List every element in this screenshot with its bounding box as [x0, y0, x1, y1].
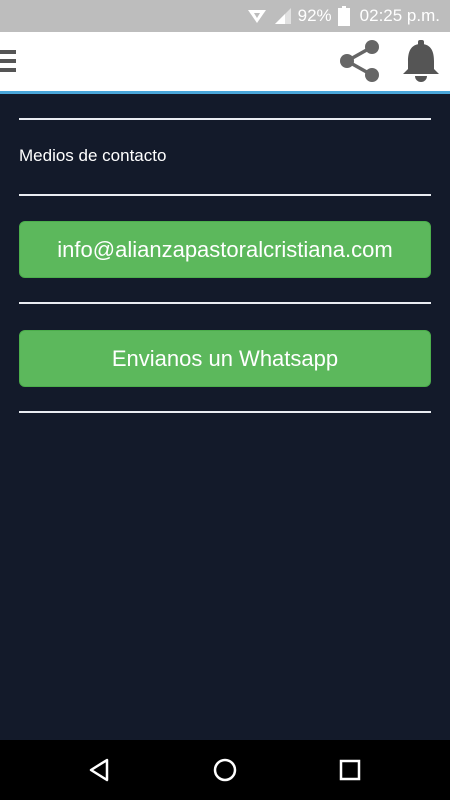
- divider: [19, 194, 431, 196]
- back-icon[interactable]: [85, 755, 115, 785]
- data-saver-icon: [246, 7, 268, 25]
- signal-icon: [274, 7, 292, 25]
- divider: [19, 118, 431, 120]
- status-bar: 92% 02:25 p.m.: [0, 0, 450, 32]
- recents-icon[interactable]: [335, 755, 365, 785]
- app-bar: [0, 32, 450, 91]
- divider: [19, 411, 431, 413]
- email-button[interactable]: info@alianzapastoralcristiana.com: [19, 221, 431, 278]
- main-content: Medios de contacto info@alianzapastoralc…: [0, 94, 450, 740]
- divider: [19, 302, 431, 304]
- battery-percent: 92%: [297, 6, 332, 25]
- whatsapp-button[interactable]: Envianos un Whatsapp: [19, 330, 431, 387]
- share-icon[interactable]: [337, 39, 383, 83]
- battery-icon: [337, 6, 350, 26]
- bell-icon[interactable]: [400, 39, 442, 83]
- system-nav-bar: [0, 740, 450, 800]
- home-icon[interactable]: [210, 755, 240, 785]
- section-label: Medios de contacto: [19, 146, 167, 165]
- status-time: 02:25 p.m.: [359, 6, 440, 25]
- menu-icon[interactable]: [0, 47, 18, 75]
